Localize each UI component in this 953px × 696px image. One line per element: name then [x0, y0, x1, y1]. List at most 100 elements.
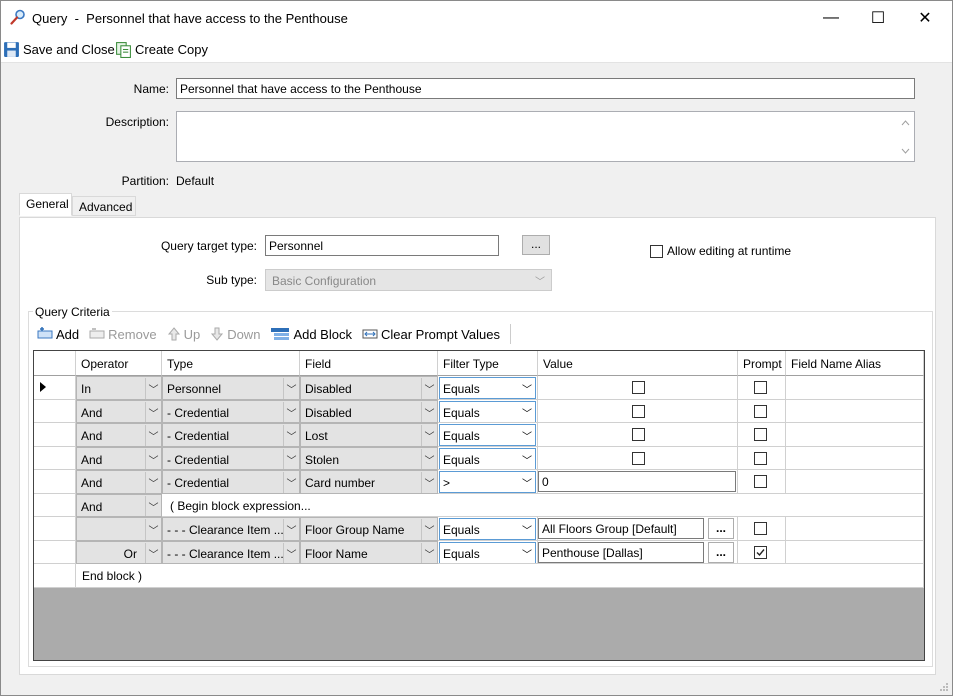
field-name-alias-cell[interactable]: [786, 470, 924, 494]
prompt-checkbox[interactable]: [754, 428, 767, 444]
prompt-checkbox-box[interactable]: [754, 451, 767, 465]
prompt-checkbox[interactable]: [754, 475, 767, 491]
prompt-checkbox-box[interactable]: [754, 545, 767, 559]
value-checkbox-box[interactable]: [632, 404, 645, 418]
operator-combobox[interactable]: And ﹀: [76, 423, 162, 447]
maximize-button[interactable]: ☐: [855, 1, 901, 35]
chevron-down-icon[interactable]: ﹀: [283, 472, 299, 493]
type-combobox[interactable]: - - - Clearance Item ... ﹀: [162, 517, 300, 541]
add-block-button[interactable]: Add Block: [270, 327, 352, 342]
type-combobox[interactable]: Personnel ﹀: [162, 376, 300, 400]
value-checkbox[interactable]: [632, 451, 645, 468]
filter-type-combobox[interactable]: Equals ﹀: [439, 518, 536, 540]
operator-combobox[interactable]: And ﹀: [76, 399, 162, 423]
chevron-down-icon[interactable]: ﹀: [283, 378, 299, 399]
chevron-down-icon[interactable]: ﹀: [145, 472, 161, 493]
type-combobox[interactable]: - Credential ﹀: [162, 423, 300, 447]
create-copy-button[interactable]: Create Copy: [115, 39, 208, 59]
row-header[interactable]: [34, 399, 76, 423]
description-textarea[interactable]: [176, 111, 915, 162]
chevron-down-icon[interactable]: ﹀: [283, 448, 299, 470]
row-header[interactable]: [34, 470, 76, 494]
chevron-down-icon[interactable]: ﹀: [145, 495, 161, 517]
chevron-down-icon[interactable]: ﹀: [421, 448, 437, 470]
row-header[interactable]: [34, 540, 76, 564]
value-checkbox[interactable]: [632, 381, 645, 397]
prompt-checkbox-box[interactable]: [754, 381, 767, 394]
chevron-down-icon[interactable]: ﹀: [145, 542, 161, 564]
value-input[interactable]: All Floors Group [Default]: [538, 518, 704, 539]
field-name-alias-cell[interactable]: [786, 423, 924, 447]
type-combobox[interactable]: - - - Clearance Item ... ﹀: [162, 540, 300, 564]
column-header-type[interactable]: Type: [162, 351, 300, 376]
value-browse-button[interactable]: ...: [708, 518, 734, 539]
allow-editing-checkbox[interactable]: Allow editing at runtime: [650, 244, 791, 258]
filter-type-combobox[interactable]: > ﹀: [439, 471, 536, 493]
filter-type-combobox[interactable]: Equals ﹀: [439, 424, 536, 446]
column-header-value[interactable]: Value: [538, 351, 738, 376]
tab-advanced[interactable]: Advanced: [72, 196, 136, 216]
row-header[interactable]: [34, 376, 76, 400]
operator-combobox[interactable]: And ﹀: [76, 493, 162, 517]
field-name-alias-cell[interactable]: [786, 540, 924, 564]
description-scrollbar[interactable]: [897, 112, 914, 161]
row-header[interactable]: [34, 446, 76, 470]
resize-grip-icon[interactable]: [939, 682, 949, 692]
chevron-down-icon[interactable]: ﹀: [283, 519, 299, 540]
sub-type-combobox[interactable]: Basic Configuration ﹀: [265, 269, 552, 291]
operator-combobox[interactable]: And ﹀: [76, 446, 162, 470]
value-checkbox-box[interactable]: [632, 428, 645, 441]
down-button[interactable]: Down: [210, 327, 260, 342]
prompt-checkbox[interactable]: [754, 451, 767, 468]
value-checkbox[interactable]: [632, 428, 645, 444]
prompt-checkbox-box[interactable]: [754, 475, 767, 488]
prompt-checkbox[interactable]: [754, 545, 767, 562]
field-combobox[interactable]: Disabled ﹀: [300, 376, 438, 400]
row-header[interactable]: [34, 493, 76, 517]
chevron-down-icon[interactable]: ﹀: [283, 425, 299, 446]
prompt-checkbox-box[interactable]: [754, 522, 767, 535]
chevron-down-icon[interactable]: ﹀: [283, 542, 299, 564]
operator-combobox[interactable]: ﹀: [76, 517, 162, 541]
field-name-alias-cell[interactable]: [786, 446, 924, 470]
clear-prompt-values-button[interactable]: Clear Prompt Values: [362, 327, 500, 342]
chevron-down-icon[interactable]: ﹀: [283, 401, 299, 423]
row-header[interactable]: [34, 423, 76, 447]
column-header-prompt[interactable]: Prompt: [738, 351, 786, 376]
chevron-down-icon[interactable]: ﹀: [421, 519, 437, 540]
prompt-checkbox[interactable]: [754, 381, 767, 397]
chevron-down-icon[interactable]: ﹀: [421, 378, 437, 399]
chevron-down-icon[interactable]: ﹀: [421, 425, 437, 446]
value-checkbox-box[interactable]: [632, 381, 645, 394]
field-combobox[interactable]: Lost ﹀: [300, 423, 438, 447]
type-combobox[interactable]: - Credential ﹀: [162, 446, 300, 470]
minimize-button[interactable]: —: [808, 1, 854, 35]
field-name-alias-cell[interactable]: [786, 517, 924, 541]
field-combobox[interactable]: Card number ﹀: [300, 470, 438, 494]
chevron-down-icon[interactable]: ﹀: [145, 401, 161, 423]
column-header-operator[interactable]: Operator: [76, 351, 162, 376]
field-combobox[interactable]: Floor Group Name ﹀: [300, 517, 438, 541]
operator-combobox[interactable]: Or ﹀: [76, 540, 162, 564]
column-header-filter-type[interactable]: Filter Type: [438, 351, 538, 376]
save-and-close-button[interactable]: Save and Close: [3, 39, 115, 59]
type-combobox[interactable]: - Credential ﹀: [162, 399, 300, 423]
chevron-down-icon[interactable]: ﹀: [145, 425, 161, 446]
up-button[interactable]: Up: [167, 327, 200, 342]
value-input[interactable]: Penthouse [Dallas]: [538, 541, 704, 563]
value-input[interactable]: 0: [538, 471, 736, 492]
filter-type-combobox[interactable]: Equals ﹀: [439, 447, 536, 470]
target-type-browse-button[interactable]: ...: [522, 235, 550, 255]
name-input[interactable]: Personnel that have access to the Pentho…: [176, 78, 915, 99]
type-combobox[interactable]: - Credential ﹀: [162, 470, 300, 494]
chevron-down-icon[interactable]: ﹀: [145, 519, 161, 540]
operator-combobox[interactable]: And ﹀: [76, 470, 162, 494]
filter-type-combobox[interactable]: Equals ﹀: [439, 377, 536, 399]
prompt-checkbox-box[interactable]: [754, 428, 767, 441]
value-browse-button[interactable]: ...: [708, 541, 734, 563]
field-name-alias-cell[interactable]: [786, 376, 924, 400]
chevron-down-icon[interactable]: ﹀: [145, 448, 161, 470]
field-combobox[interactable]: Disabled ﹀: [300, 399, 438, 423]
target-type-input[interactable]: Personnel: [265, 235, 499, 256]
close-button[interactable]: ✕: [902, 1, 948, 35]
